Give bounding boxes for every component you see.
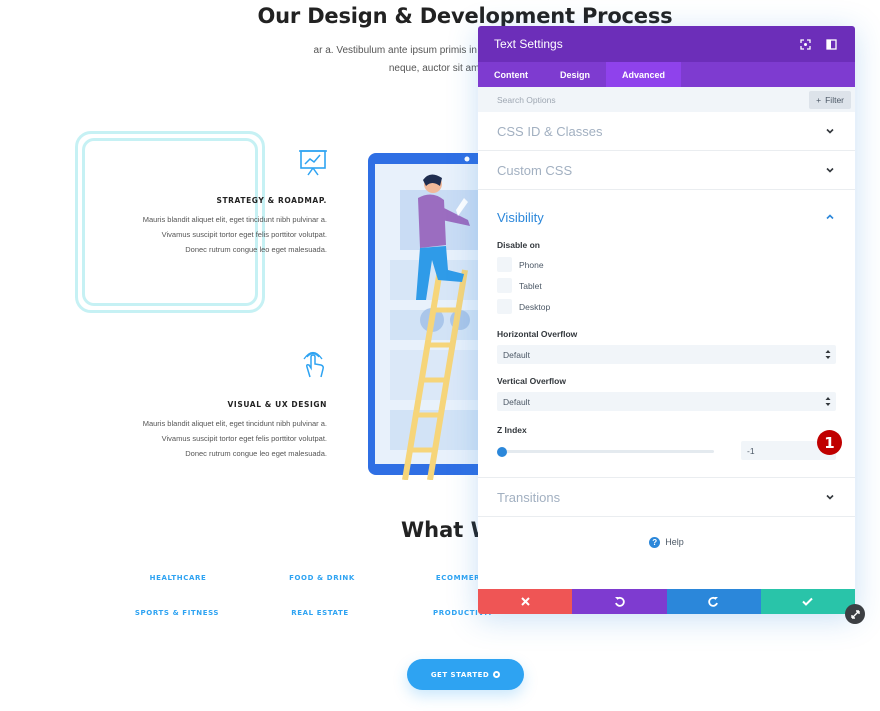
feature-description: Mauris blandit aliquet elit, eget tincid… xyxy=(97,416,327,461)
cancel-button[interactable] xyxy=(478,589,573,614)
section-css-id: CSS ID & Classes xyxy=(478,112,855,151)
section-title: CSS ID & Classes xyxy=(497,123,603,139)
redo-icon xyxy=(708,596,719,607)
chevron-down-icon xyxy=(826,167,834,173)
service-link[interactable]: REAL ESTATE xyxy=(291,609,349,617)
help-icon: ? xyxy=(649,536,661,548)
chevron-up-icon xyxy=(826,214,834,220)
select-value: Default xyxy=(503,396,530,407)
horizontal-overflow-select[interactable]: Default xyxy=(497,345,836,364)
filter-label: Filter xyxy=(825,94,844,105)
section-visibility: Visibility Disable on Phone Tablet Deskt… xyxy=(478,190,855,478)
modal-tabs: Content Design Advanced xyxy=(478,62,855,87)
chevron-down-icon xyxy=(826,494,834,500)
tablet-checkbox[interactable] xyxy=(497,278,512,293)
select-arrows-icon xyxy=(825,397,831,406)
vertical-overflow-select[interactable]: Default xyxy=(497,392,836,411)
section-title: Visibility xyxy=(497,209,544,225)
section-transitions: Transitions xyxy=(478,478,855,517)
checkbox-label: Phone xyxy=(519,259,544,270)
touch-gesture-icon xyxy=(303,351,324,378)
undo-icon xyxy=(614,596,625,607)
service-link[interactable]: SPORTS & FITNESS xyxy=(135,609,219,617)
feature-line: Donec rutrum congue leo eget malesuada. xyxy=(185,245,327,254)
save-button[interactable] xyxy=(760,589,855,614)
device-checkbox-list: Phone Tablet Desktop xyxy=(497,254,836,317)
plus-icon: + xyxy=(816,94,822,105)
z-index-label: Z Index xyxy=(497,425,527,435)
z-index-slider-handle[interactable] xyxy=(497,447,507,457)
resize-arrows-icon xyxy=(850,609,860,619)
search-bar: Search Options + Filter xyxy=(478,87,855,112)
z-index-control: -1 xyxy=(497,441,836,463)
section-toggle[interactable]: Visibility xyxy=(497,190,836,240)
feature-line: Vivamus suscipit tortor eget felis portt… xyxy=(161,230,327,239)
disable-on-label: Disable on xyxy=(497,240,540,250)
phone-checkbox[interactable] xyxy=(497,257,512,272)
close-icon xyxy=(520,597,530,606)
phone-ladder-illustration xyxy=(368,153,486,480)
redo-button[interactable] xyxy=(666,589,761,614)
feature-line: Vivamus suscipit tortor eget felis portt… xyxy=(161,434,327,443)
feature-description: Mauris blandit aliquet elit, eget tincid… xyxy=(97,212,327,257)
feature-line: Donec rutrum congue leo eget malesuada. xyxy=(185,449,327,458)
section-toggle[interactable]: CSS ID & Classes xyxy=(497,112,836,150)
feature-title: VISUAL & UX DESIGN xyxy=(227,400,327,409)
get-started-button[interactable]: GET STARTED xyxy=(407,659,524,690)
filter-button[interactable]: + Filter xyxy=(809,90,851,109)
circle-arrow-icon xyxy=(493,671,501,678)
checkbox-label: Desktop xyxy=(519,301,551,312)
section-title: Transitions xyxy=(497,489,561,505)
chevron-down-icon xyxy=(826,128,834,134)
step-marker-badge: 1 xyxy=(817,430,842,455)
service-link[interactable]: FOOD & DRINK xyxy=(289,574,355,582)
device-option: Desktop xyxy=(497,296,836,317)
service-link[interactable]: ECOMMER xyxy=(436,574,480,582)
undo-button[interactable] xyxy=(572,589,667,614)
device-option: Phone xyxy=(497,254,836,275)
horizontal-overflow-label: Horizontal Overflow xyxy=(497,329,578,339)
text-settings-modal: Text Settings Content Design Advanced Se… xyxy=(478,26,855,614)
presentation-board-icon xyxy=(299,150,327,176)
section-custom-css: Custom CSS xyxy=(478,151,855,190)
modal-body: CSS ID & Classes Custom CSS Visibility D… xyxy=(478,112,855,589)
tab-advanced[interactable]: Advanced xyxy=(606,62,682,87)
desktop-checkbox[interactable] xyxy=(497,299,512,314)
tab-content[interactable]: Content xyxy=(478,62,544,87)
section-toggle[interactable]: Transitions xyxy=(497,478,836,516)
modal-title: Text Settings xyxy=(494,37,563,51)
z-index-slider-track[interactable] xyxy=(497,450,714,453)
feature-title: STRATEGY & ROADMAP. xyxy=(216,196,327,205)
search-input[interactable]: Search Options xyxy=(497,95,809,105)
tab-design[interactable]: Design xyxy=(544,62,606,87)
modal-footer xyxy=(478,589,855,614)
get-started-label: GET STARTED xyxy=(430,670,490,679)
help-link[interactable]: ? Help xyxy=(478,517,855,567)
service-link[interactable]: HEALTHCARE xyxy=(150,574,207,582)
checkmark-icon xyxy=(802,597,814,606)
device-option: Tablet xyxy=(497,275,836,296)
feature-line: Mauris blandit aliquet elit, eget tincid… xyxy=(142,419,327,428)
modal-header: Text Settings xyxy=(478,26,855,62)
help-label: Help xyxy=(665,537,684,547)
resize-handle[interactable] xyxy=(845,604,865,624)
feature-line: Mauris blandit aliquet elit, eget tincid… xyxy=(142,215,327,224)
sidebar-toggle-icon[interactable] xyxy=(823,36,839,52)
vertical-overflow-label: Vertical Overflow xyxy=(497,376,566,386)
checkbox-label: Tablet xyxy=(519,280,542,291)
select-value: Default xyxy=(503,349,530,360)
page-title: Our Design & Development Process xyxy=(257,4,673,28)
select-arrows-icon xyxy=(825,350,831,359)
fullscreen-icon[interactable] xyxy=(797,36,813,52)
section-toggle[interactable]: Custom CSS xyxy=(497,151,836,189)
section-title: Custom CSS xyxy=(497,162,573,178)
